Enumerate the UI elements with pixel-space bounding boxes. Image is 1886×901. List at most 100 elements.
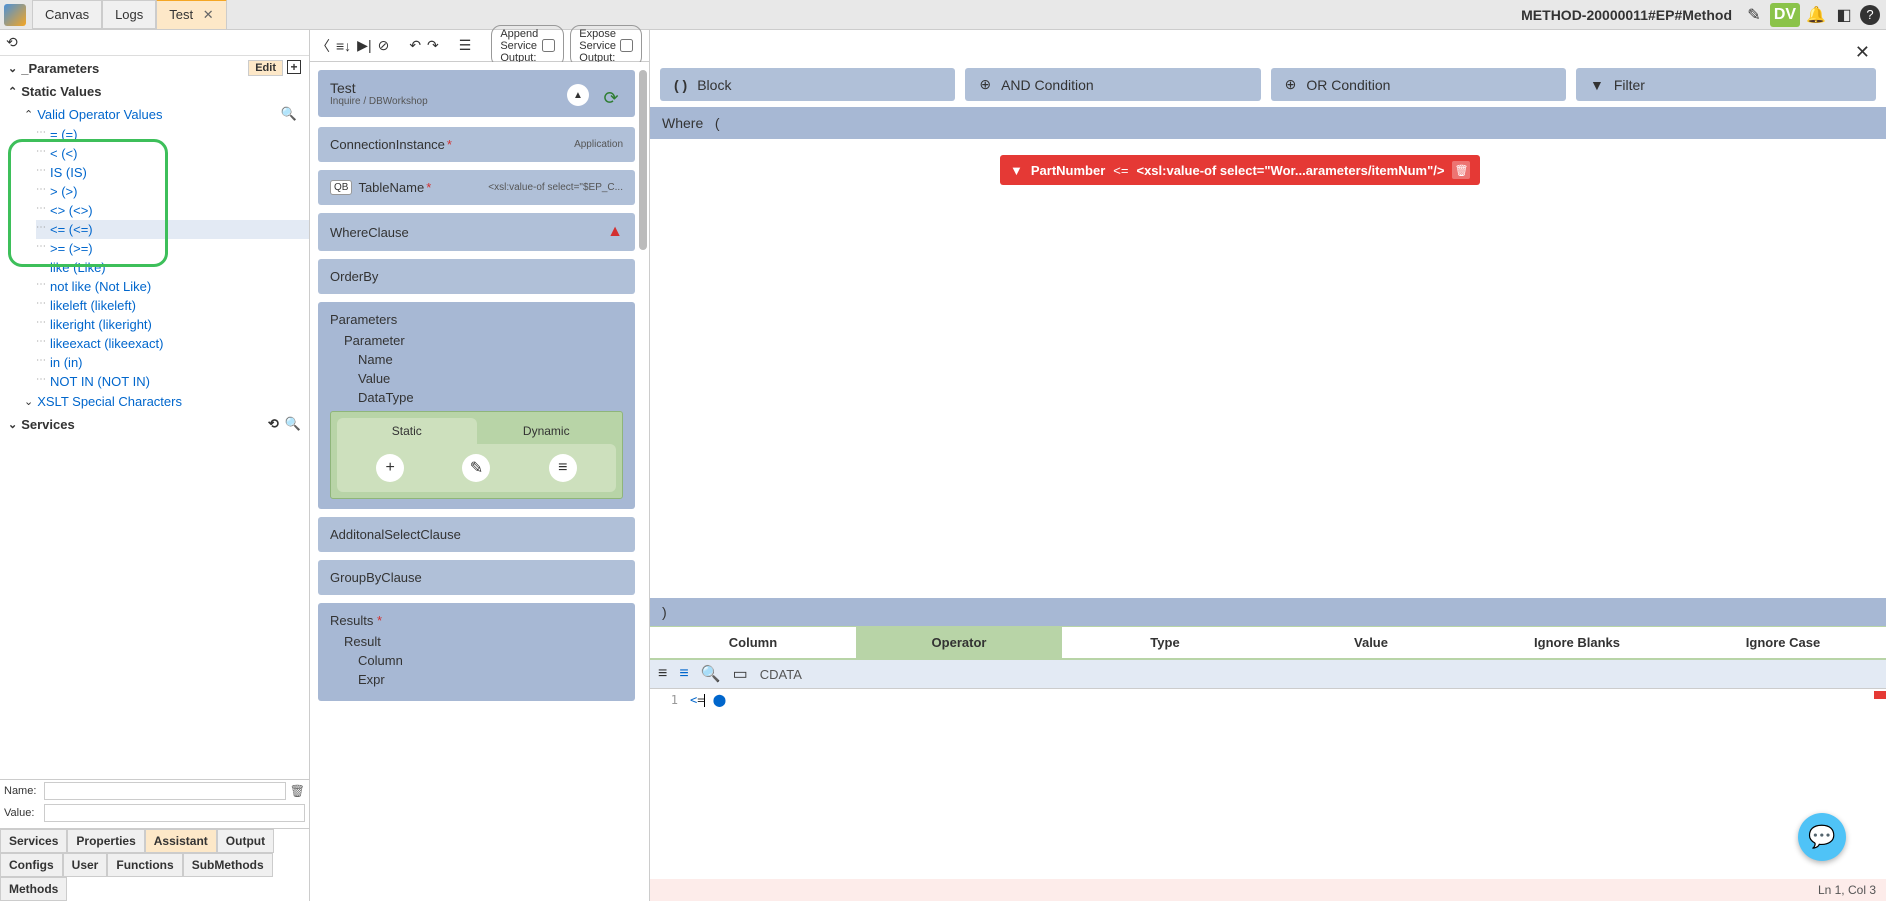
parameters-card[interactable]: Parameters Parameter Name Value DataType… <box>318 302 635 509</box>
tree-item[interactable]: >= (>=) <box>36 239 309 258</box>
tree-item[interactable]: < (<) <box>36 144 309 163</box>
list-button[interactable]: ≡ <box>549 454 577 482</box>
chevron-down-icon: ⌄ <box>8 62 17 75</box>
additional-select-card[interactable]: AdditonalSelectClause <box>318 517 635 552</box>
groupby-card[interactable]: GroupByClause <box>318 560 635 595</box>
window-icon[interactable]: ◧ <box>1832 3 1856 27</box>
chat-bubble-icon[interactable]: 💬 <box>1798 813 1846 861</box>
static-values-section[interactable]: ⌃ Static Values <box>0 80 309 103</box>
tree-item[interactable]: NOT IN (NOT IN) <box>36 372 309 391</box>
xslt-section[interactable]: ⌄ XSLT Special Characters <box>20 391 309 412</box>
cancel-icon[interactable]: ⊘ <box>378 36 390 56</box>
tree-item[interactable]: likeexact (likeexact) <box>36 334 309 353</box>
tab-canvas[interactable]: Canvas <box>32 0 102 29</box>
help-icon[interactable]: ? <box>1860 5 1880 25</box>
append-output-checkbox[interactable] <box>542 39 555 52</box>
clause-canvas[interactable]: ▼ PartNumber <= <xsl:value-of select="Wo… <box>650 139 1886 598</box>
btab-user[interactable]: User <box>63 853 108 877</box>
code-content[interactable]: <= ⬤ <box>686 689 1886 879</box>
whereclause-card[interactable]: WhereClause ▲ <box>318 213 635 251</box>
etab-type[interactable]: Type <box>1062 627 1268 660</box>
tree-item[interactable]: IS (IS) <box>36 163 309 182</box>
close-paren-row: ) <box>650 598 1886 626</box>
name-input[interactable] <box>44 782 286 800</box>
tree-item[interactable]: not like (Not Like) <box>36 277 309 296</box>
btab-submethods[interactable]: SubMethods <box>183 853 273 877</box>
addsel-label: AdditonalSelectClause <box>330 527 461 542</box>
edit-button[interactable]: Edit <box>248 60 283 76</box>
block-button[interactable]: ( ) Block <box>660 68 955 101</box>
tree-item[interactable]: = (=) <box>36 125 309 144</box>
step-into-icon[interactable]: ≡↓ <box>336 36 351 56</box>
btab-properties[interactable]: Properties <box>67 829 144 853</box>
refresh-icon[interactable]: ⟲ <box>6 34 18 51</box>
etab-operator[interactable]: Operator <box>856 627 1062 660</box>
btab-configs[interactable]: Configs <box>0 853 63 877</box>
trash-icon[interactable]: 🗑 <box>290 784 305 798</box>
tree-item[interactable]: > (>) <box>36 182 309 201</box>
search-icon[interactable]: 🔍 <box>281 106 297 122</box>
btab-assistant[interactable]: Assistant <box>145 829 217 853</box>
refresh-icon[interactable]: ⟳ <box>597 84 625 112</box>
static-tab[interactable]: Static <box>337 418 477 444</box>
parens-icon: ( ) <box>674 77 687 93</box>
btab-services[interactable]: Services <box>0 829 67 853</box>
tablename-card[interactable]: QB TableName * <xsl:value-of select="$EP… <box>318 170 635 205</box>
back-icon[interactable]: 〈 <box>316 36 330 56</box>
add-param-button[interactable]: + <box>287 60 301 74</box>
btab-functions[interactable]: Functions <box>107 853 182 877</box>
results-card[interactable]: Results * Result Column Expr <box>318 603 635 701</box>
or-button[interactable]: ⊕ OR Condition <box>1271 68 1566 101</box>
etab-column[interactable]: Column <box>650 627 856 660</box>
list-icon[interactable]: ☰ <box>459 36 472 56</box>
parameter-label: Parameter <box>330 333 623 348</box>
undo-icon[interactable]: ↶ <box>409 36 421 56</box>
etab-ignore-blanks[interactable]: Ignore Blanks <box>1474 627 1680 660</box>
valid-operators-section[interactable]: ⌃ Valid Operator Values 🔍 <box>20 103 309 125</box>
value-input[interactable] <box>44 804 305 822</box>
tab-test[interactable]: Test ✕ <box>156 0 226 30</box>
collapse-icon[interactable]: ▲ <box>567 84 589 106</box>
tree-item[interactable]: <> (<>) <box>36 201 309 220</box>
etab-ignore-case[interactable]: Ignore Case <box>1680 627 1886 660</box>
parameters-section[interactable]: ⌄ _Parameters Edit + <box>0 56 309 80</box>
etab-value[interactable]: Value <box>1268 627 1474 660</box>
tree-item[interactable]: likeleft (likeleft) <box>36 296 309 315</box>
search-icon[interactable]: 🔍 <box>701 664 721 684</box>
expose-output-checkbox[interactable] <box>620 39 633 52</box>
cdata-icon[interactable]: ▭ <box>733 664 748 684</box>
orderby-card[interactable]: OrderBy <box>318 259 635 294</box>
edit-pencil-icon[interactable]: ✎ <box>1742 3 1766 27</box>
align-center-icon[interactable]: ≡ <box>679 665 688 683</box>
tab-logs[interactable]: Logs <box>102 0 156 29</box>
bell-icon[interactable]: 🔔 <box>1804 3 1828 27</box>
refresh-icon[interactable]: ⟲ <box>268 416 279 432</box>
services-section[interactable]: ⌄ Services ⟲ 🔍 <box>0 412 309 436</box>
tree-item[interactable]: like (Like) <box>36 258 309 277</box>
dynamic-tab[interactable]: Dynamic <box>477 418 617 444</box>
code-editor[interactable]: 1 <= ⬤ <box>650 689 1886 879</box>
filter-clause[interactable]: ▼ PartNumber <= <xsl:value-of select="Wo… <box>1000 155 1480 185</box>
tree-item[interactable]: in (in) <box>36 353 309 372</box>
close-icon[interactable]: ✕ <box>1855 42 1870 63</box>
redo-icon[interactable]: ↷ <box>427 36 439 56</box>
connection-card[interactable]: ConnectionInstance * Application <box>318 127 635 162</box>
delete-icon[interactable]: 🗑 <box>1452 161 1470 179</box>
scrollbar-thumb[interactable] <box>639 70 647 250</box>
step-over-icon[interactable]: ▶| <box>357 36 371 56</box>
filter-button[interactable]: ▼ Filter <box>1576 68 1876 101</box>
test-card[interactable]: Test Inquire / DBWorkshop ▲ ⟳ <box>318 70 635 117</box>
and-button[interactable]: ⊕ AND Condition <box>965 68 1260 101</box>
tree-item[interactable]: <= (<=) <box>36 220 309 239</box>
append-output-toggle[interactable]: Append Service Output: <box>491 25 564 67</box>
align-left-icon[interactable]: ≡ <box>658 665 667 683</box>
btab-methods[interactable]: Methods <box>0 877 67 901</box>
expose-output-toggle[interactable]: Expose Service Output: <box>570 25 642 67</box>
close-icon[interactable]: ✕ <box>203 7 214 22</box>
add-button[interactable]: + <box>376 454 404 482</box>
edit-button[interactable]: ✎ <box>462 454 490 482</box>
tree-item[interactable]: likeright (likeright) <box>36 315 309 334</box>
search-icon[interactable]: 🔍 <box>285 416 301 432</box>
btab-output[interactable]: Output <box>217 829 274 853</box>
dv-badge[interactable]: DV <box>1770 3 1800 27</box>
